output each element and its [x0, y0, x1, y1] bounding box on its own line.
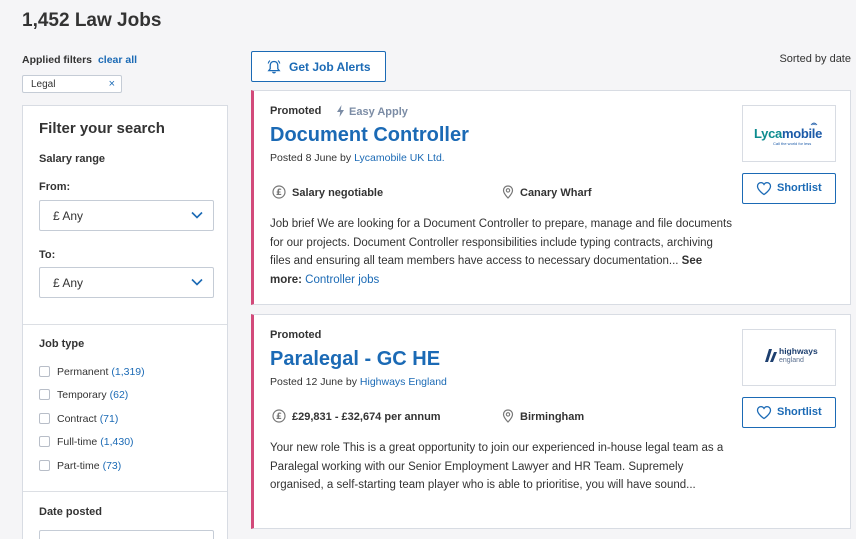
posted-date: Posted 8 June by	[270, 152, 352, 164]
chevron-down-icon	[191, 211, 203, 219]
logo-text: highways	[779, 346, 818, 356]
location-pin-icon	[502, 409, 514, 423]
salary-text: Salary negotiable	[292, 187, 384, 199]
applied-filters: Applied filters clear all	[22, 54, 137, 66]
svg-text:£: £	[276, 188, 282, 198]
salary-to-select[interactable]: £ Any	[39, 267, 214, 298]
checkbox[interactable]	[39, 460, 50, 471]
checkbox[interactable]	[39, 413, 50, 424]
location-info: Canary Wharf	[502, 185, 592, 199]
salary-to-label: To:	[39, 249, 56, 261]
filter-heading: Filter your search	[39, 120, 165, 137]
heart-icon	[756, 181, 772, 196]
job-type-full-time[interactable]: Full-time (1,430)	[39, 436, 134, 450]
promoted-label: Promoted	[270, 329, 322, 341]
remove-filter-icon[interactable]: ×	[109, 78, 115, 90]
salary-to-value: £ Any	[53, 276, 84, 290]
divider	[23, 324, 227, 325]
posted-info: Posted 12 June by Highways England	[270, 376, 447, 388]
salary-text: £29,831 - £32,674 per annum	[292, 411, 441, 423]
svg-text:£: £	[276, 412, 282, 422]
shortlist-button[interactable]: Shortlist	[742, 173, 836, 204]
chevron-down-icon	[191, 278, 203, 286]
highways-england-logo: highways england	[779, 347, 818, 365]
heart-icon	[756, 405, 772, 420]
salary-info: £ Salary negotiable	[272, 185, 383, 199]
job-type-count: (1,430)	[100, 436, 134, 448]
date-posted-label: Date posted	[39, 506, 102, 518]
job-type-label-text: Contract	[57, 413, 97, 425]
job-type-label-text: Temporary	[57, 389, 107, 401]
page-title: 1,452 Law Jobs	[22, 10, 162, 31]
location-pin-icon	[502, 185, 514, 199]
job-card[interactable]: Promoted Paralegal - GC HE Posted 12 Jun…	[251, 314, 851, 529]
job-type-label-text: Permanent	[57, 366, 109, 378]
company-logo[interactable]: Lycamobile Call the world for less	[742, 105, 836, 162]
date-posted-select[interactable]	[39, 530, 214, 539]
salary-from-select[interactable]: £ Any	[39, 200, 214, 231]
signal-icon	[810, 122, 818, 126]
applied-filters-label: Applied filters	[22, 54, 93, 66]
job-type-label-text: Part-time	[57, 460, 100, 472]
shortlist-button[interactable]: Shortlist	[742, 397, 836, 428]
bell-icon	[267, 60, 281, 74]
promoted-label: Promoted	[270, 105, 322, 117]
highways-england-logo-icon	[765, 349, 777, 362]
job-description: Job brief We are looking for a Document …	[270, 215, 736, 289]
shortlist-label: Shortlist	[777, 406, 822, 418]
job-description: Your new role This is a great opportunit…	[270, 439, 736, 495]
sort-label[interactable]: Sorted by date	[779, 53, 851, 65]
logo-tagline: Call the world for less	[773, 141, 812, 146]
salary-from-value: £ Any	[53, 209, 84, 223]
job-type-part-time[interactable]: Part-time (73)	[39, 460, 121, 474]
posted-info: Posted 8 June by Lycamobile UK Ltd.	[270, 152, 445, 164]
easy-apply-label: Easy Apply	[349, 106, 408, 118]
location-text: Birmingham	[520, 411, 585, 423]
company-link[interactable]: Lycamobile UK Ltd.	[354, 152, 445, 164]
job-type-permanent[interactable]: Permanent (1,319)	[39, 366, 145, 380]
job-title-link[interactable]: Document Controller	[270, 124, 469, 147]
filter-chip-label: Legal	[31, 79, 56, 90]
job-type-count: (73)	[102, 460, 122, 472]
lycamobile-logo: Lycamobile	[754, 126, 822, 141]
salary-info: £ £29,831 - £32,674 per annum	[272, 409, 441, 423]
pound-coin-icon: £	[272, 409, 286, 423]
get-job-alerts-label: Get Job Alerts	[289, 60, 371, 74]
see-more-link[interactable]: Controller jobs	[305, 274, 379, 286]
company-logo[interactable]: highways england	[742, 329, 836, 386]
description-text: Job brief We are looking for a Document …	[270, 218, 732, 267]
divider	[23, 491, 227, 492]
get-job-alerts-button[interactable]: Get Job Alerts	[251, 51, 386, 82]
salary-from-label: From:	[39, 181, 71, 193]
job-title-link[interactable]: Paralegal - GC HE	[270, 348, 440, 371]
location-info: Birmingham	[502, 409, 584, 423]
lightning-icon	[337, 105, 344, 117]
checkbox[interactable]	[39, 389, 50, 400]
job-type-count: (1,319)	[111, 366, 145, 378]
easy-apply-badge: Easy Apply	[336, 105, 408, 118]
job-type-count: (71)	[99, 413, 119, 425]
posted-date: Posted 12 June by	[270, 376, 357, 388]
company-link[interactable]: Highways England	[360, 376, 447, 388]
job-type-label: Job type	[39, 338, 85, 350]
logo-text: mobile	[781, 126, 823, 141]
job-card[interactable]: Promoted Easy Apply Document Controller …	[251, 90, 851, 305]
location-text: Canary Wharf	[520, 187, 592, 199]
job-type-label-text: Full-time	[57, 436, 98, 448]
checkbox[interactable]	[39, 366, 50, 377]
logo-text: england	[779, 357, 804, 364]
logo-text: Lyca	[754, 126, 782, 141]
job-type-contract[interactable]: Contract (71)	[39, 413, 118, 427]
salary-range-label: Salary range	[39, 153, 106, 165]
job-type-count: (62)	[109, 389, 129, 401]
filter-sidebar: Filter your search Salary range From: £ …	[22, 105, 228, 539]
job-type-temporary[interactable]: Temporary (62)	[39, 389, 128, 403]
filter-chip-legal: Legal ×	[22, 75, 122, 93]
pound-coin-icon: £	[272, 185, 286, 199]
clear-all-link[interactable]: clear all	[98, 54, 137, 66]
description-text: Your new role This is a great opportunit…	[270, 442, 724, 491]
shortlist-label: Shortlist	[777, 182, 822, 194]
checkbox[interactable]	[39, 436, 50, 447]
